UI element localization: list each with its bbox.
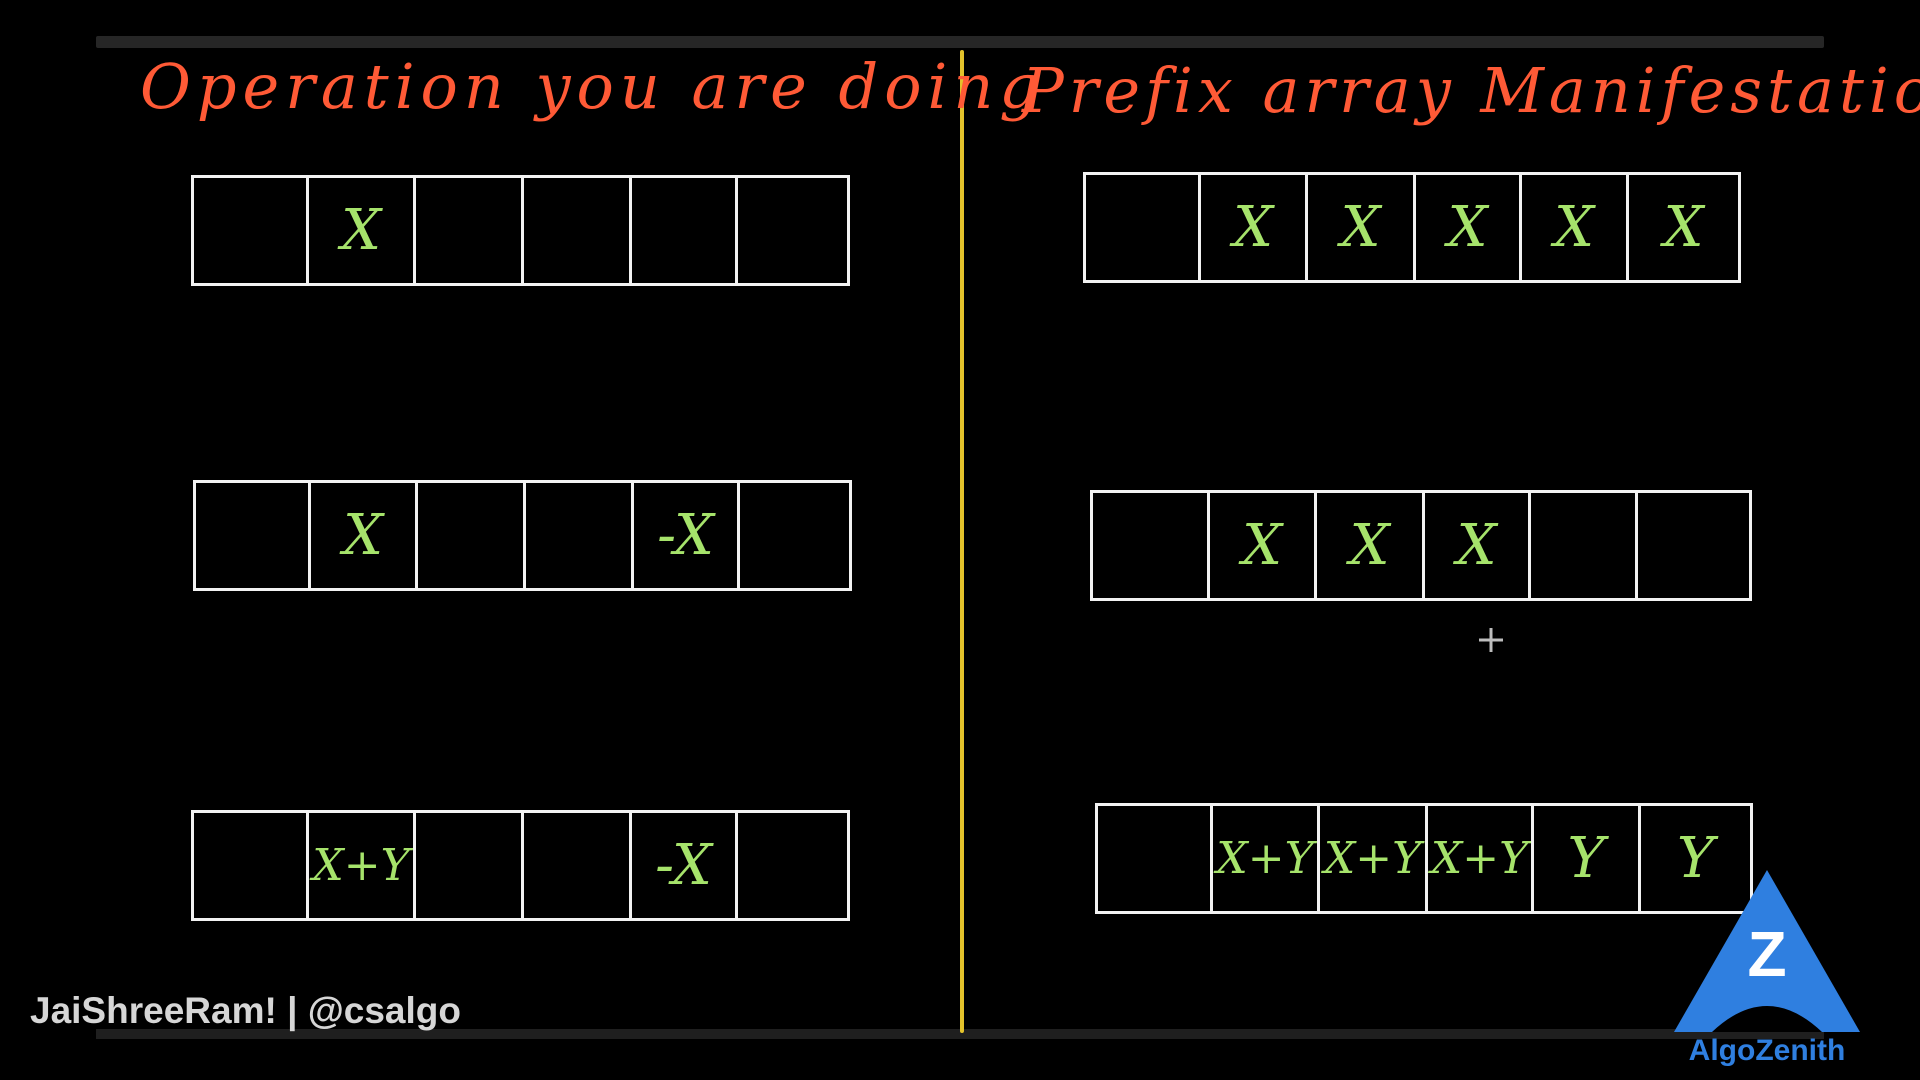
array-cell	[735, 813, 847, 918]
right-array-3: X+Y X+Y X+Y Y Y	[1095, 803, 1753, 914]
array-cell	[1528, 493, 1635, 598]
array-cell: X	[1198, 175, 1305, 280]
array-cell	[629, 178, 735, 283]
array-cell	[521, 813, 629, 918]
array-cell: X+Y	[1210, 806, 1317, 911]
array-cell: X	[1413, 175, 1519, 280]
left-array-3: X+Y -X	[191, 810, 850, 921]
array-cell: -X	[631, 483, 737, 588]
top-scroll-bar	[96, 36, 1824, 48]
array-cell	[523, 483, 631, 588]
whiteboard-canvas: Operation you are doing Prefix array Man…	[0, 0, 1920, 1080]
array-cell	[196, 483, 308, 588]
left-array-1: X	[191, 175, 850, 286]
array-cell: X	[1626, 175, 1738, 280]
watermark-text: JaiShreeRam! | @csalgo	[30, 990, 461, 1031]
array-cell	[1098, 806, 1210, 911]
array-cell	[194, 178, 306, 283]
array-cell	[735, 178, 847, 283]
right-array-2: X X X	[1090, 490, 1752, 601]
array-cell	[1093, 493, 1207, 598]
array-cell	[737, 483, 849, 588]
array-cell: X+Y	[306, 813, 413, 918]
center-divider-line	[960, 50, 964, 1033]
array-cell: X	[306, 178, 413, 283]
array-cell: X	[1207, 493, 1314, 598]
array-cell: X+Y	[1317, 806, 1425, 911]
array-cell	[194, 813, 306, 918]
crosshair-cursor-icon	[1479, 628, 1503, 652]
array-cell	[521, 178, 629, 283]
array-cell	[1635, 493, 1749, 598]
array-cell: X+Y	[1425, 806, 1531, 911]
right-array-1: X X X X X	[1083, 172, 1741, 283]
array-cell	[1086, 175, 1198, 280]
left-heading: Operation you are doing	[140, 50, 1045, 123]
array-cell: X	[1305, 175, 1413, 280]
right-heading: Prefix array Manifestation	[1022, 54, 1920, 127]
array-cell: Y	[1531, 806, 1638, 911]
array-cell	[413, 813, 521, 918]
array-cell: X	[1422, 493, 1528, 598]
left-array-2: X -X	[193, 480, 852, 591]
array-cell	[413, 178, 521, 283]
array-cell: X	[1314, 493, 1422, 598]
array-cell: X	[1519, 175, 1626, 280]
array-cell: -X	[629, 813, 735, 918]
array-cell	[415, 483, 523, 588]
array-cell: X	[308, 483, 415, 588]
logo-letter: Z	[1747, 918, 1786, 990]
logo-name: AlgoZenith	[1688, 1034, 1846, 1067]
